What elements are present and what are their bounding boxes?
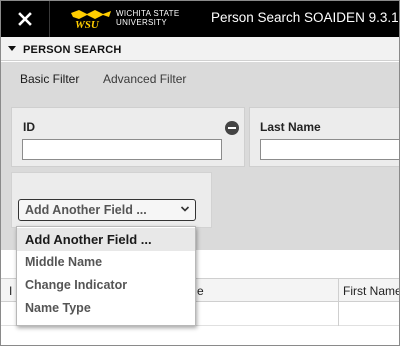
column-header[interactable]: I [9,284,12,298]
filter-tabs-bar: Basic Filter Advanced Filter [1,62,399,100]
close-button[interactable] [1,1,49,37]
add-field-selected-value: Add Another Field ... [25,203,147,217]
chevron-down-icon [180,206,190,212]
university-line1: WICHITA STATE [116,9,180,18]
remove-field-icon[interactable] [225,121,239,135]
header-divider [49,1,50,37]
university-line2: UNIVERSITY [116,18,168,27]
person-search-section-header[interactable]: PERSON SEARCH [1,37,399,61]
id-input[interactable] [22,139,222,160]
last-name-label: Last Name [260,120,321,134]
collapse-triangle-icon[interactable] [8,46,16,51]
section-title: PERSON SEARCH [23,44,122,56]
column-header[interactable]: e [197,284,204,298]
menu-item-change-indicator[interactable]: Change Indicator [17,274,195,297]
menu-item-add-another-field[interactable]: Add Another Field ... [17,228,195,251]
tab-advanced-filter[interactable]: Advanced Filter [103,72,186,86]
add-field-card: Add Another Field ... [11,172,212,228]
id-label: ID [23,120,35,134]
menu-item-name-type[interactable]: Name Type [17,297,195,320]
app-title: Person Search SOAIDEN 9.3.12 [211,10,400,25]
last-name-input[interactable] [260,139,399,160]
id-field-card: ID [11,107,245,167]
add-another-field-select[interactable]: Add Another Field ... [18,199,196,221]
column-separator[interactable] [338,279,339,303]
last-name-field-card: Last Name [249,107,399,167]
add-field-dropdown-menu: Add Another Field ... Middle Name Change… [16,226,196,326]
university-name: WICHITA STATE UNIVERSITY [116,9,179,27]
column-separator [338,302,339,326]
menu-item-middle-name[interactable]: Middle Name [17,251,195,274]
person-search-window: WSU WICHITA STATE UNIVERSITY Person Sear… [0,0,400,346]
column-header-first-name[interactable]: First Name [343,284,399,298]
top-header-bar: WSU WICHITA STATE UNIVERSITY Person Sear… [1,1,400,37]
tab-basic-filter[interactable]: Basic Filter [20,72,79,86]
close-x-icon [18,12,32,26]
logo-text: WSU [75,19,100,30]
wsu-logo: WSU [71,10,111,30]
